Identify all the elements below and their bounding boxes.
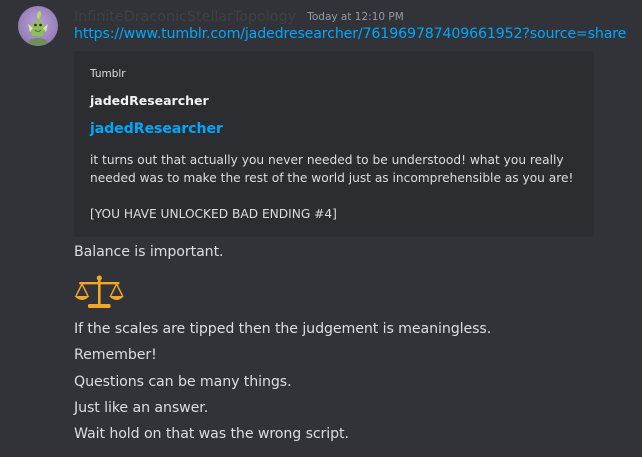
message-line: Balance is important. (74, 244, 224, 260)
embed-provider: Tumblr (90, 68, 126, 80)
timestamp[interactable]: Today at 12:10 PM (307, 11, 404, 23)
message-line: Just like an answer. (74, 400, 209, 416)
tumblr-link[interactable]: https://www.tumblr.com/jadedresearcher/7… (74, 26, 626, 42)
embed-title-link[interactable]: jadedResearcher (90, 121, 223, 137)
dragon-avatar-icon (28, 11, 48, 46)
embed-description: it turns out that actually you never nee… (90, 151, 580, 223)
username[interactable]: InfiniteDraconicStellarTopology (74, 9, 296, 25)
message-line: Questions can be many things. (74, 374, 292, 390)
embed-description-line: needed was to make the rest of the world… (90, 171, 574, 185)
embed-description-line: [YOU HAVE UNLOCKED BAD ENDING #4] (90, 207, 337, 221)
embed-description-line: it turns out that actually you never nee… (90, 153, 564, 167)
chat-message: InfiniteDraconicStellarTopology Today at… (0, 0, 642, 457)
embed-author: jadedResearcher (90, 93, 209, 108)
scales-emoji (74, 275, 124, 308)
message-header: InfiniteDraconicStellarTopology Today at… (74, 6, 404, 25)
message-line: Remember! (74, 347, 157, 363)
link-embed: Tumblr jadedResearcher jadedResearcher i… (74, 51, 594, 237)
message-line: If the scales are tipped then the judgem… (74, 321, 492, 337)
message-line: Wait hold on that was the wrong script. (74, 426, 349, 442)
avatar[interactable] (18, 6, 58, 46)
